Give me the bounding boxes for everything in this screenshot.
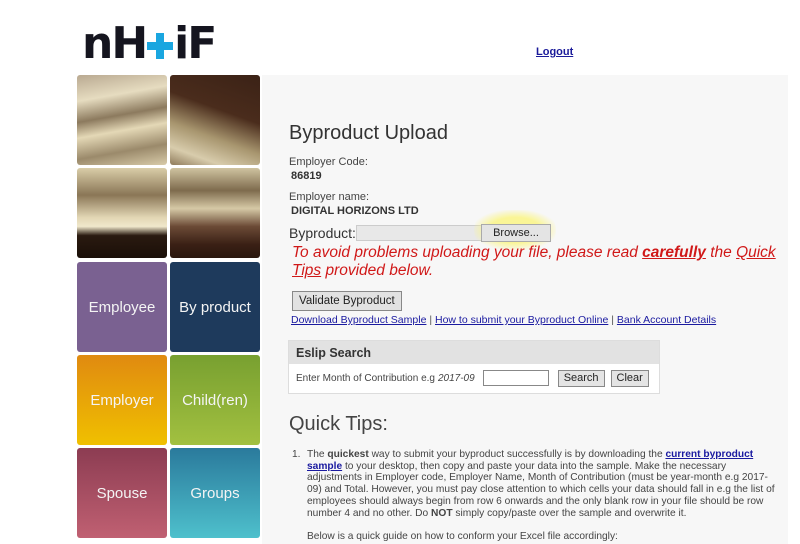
quick-tips-heading: Quick Tips:	[289, 413, 388, 435]
validate-byproduct-button[interactable]: Validate Byproduct	[292, 291, 402, 311]
tip-guide-text: Below is a quick guide on how to conform…	[307, 531, 618, 543]
employer-code-value: 86819	[291, 170, 322, 182]
logo-text-left: nH	[82, 18, 148, 69]
tile-label: Employee	[88, 298, 156, 316]
logo-cross-icon	[147, 33, 174, 59]
tile-label: By product	[179, 298, 251, 316]
warning-text: the	[705, 244, 737, 261]
tile-label: Child(ren)	[182, 391, 248, 409]
download-sample-link[interactable]: Download Byproduct Sample	[291, 314, 426, 326]
warning-text: provided below.	[321, 262, 434, 279]
link-separator: |	[429, 314, 433, 326]
tip-text: simply copy/paste over the sample and ov…	[452, 507, 687, 519]
tip-number: 1.	[292, 449, 301, 460]
tile-children[interactable]: Child(ren)	[170, 355, 260, 445]
nhif-logo: nH iF	[82, 18, 217, 69]
tile-label: Employer	[90, 391, 154, 409]
page-title: Byproduct Upload	[289, 122, 448, 144]
banner-photo-tile	[170, 75, 260, 165]
tile-spouse[interactable]: Spouse	[77, 448, 167, 538]
warning-emphasis: carefully	[642, 244, 706, 261]
tile-employer[interactable]: Employer	[77, 355, 167, 445]
browse-button[interactable]: Browse...	[481, 224, 551, 242]
link-separator: |	[611, 314, 614, 326]
byproduct-file-input[interactable]	[356, 225, 482, 241]
tile-groups[interactable]: Groups	[170, 448, 260, 538]
eslip-search-box: Eslip Search Enter Month of Contribution…	[288, 340, 660, 394]
month-input[interactable]	[482, 370, 549, 386]
search-button[interactable]: Search	[557, 369, 605, 387]
tip-item: The quickest way to submit your byproduc…	[307, 449, 782, 543]
month-example: 2017-09	[437, 372, 475, 384]
tile-label: Groups	[190, 484, 240, 502]
tile-byproduct[interactable]: By product	[170, 262, 260, 352]
month-prompt: Enter Month of Contribution e.g	[296, 372, 435, 384]
logout-link[interactable]: Logout	[536, 46, 573, 58]
bank-account-link[interactable]: Bank Account Details	[617, 314, 716, 326]
how-to-submit-link[interactable]: How to submit your Byproduct Online	[435, 314, 608, 326]
tip-bold: NOT	[431, 507, 453, 519]
eslip-title: Eslip Search	[289, 341, 659, 364]
tip-bold: quickest	[327, 449, 369, 460]
clear-button[interactable]: Clear	[610, 369, 649, 387]
warning-text: To avoid problems uploading your file, p…	[292, 244, 643, 261]
banner-photo-tile	[77, 75, 167, 165]
tip-text: way to submit your byproduct successfull…	[368, 449, 666, 460]
upload-warning: To avoid problems uploading your file, p…	[292, 244, 788, 280]
quick-tips-list: 1. The quickest way to submit your bypro…	[292, 449, 782, 543]
logo-text-right: iF	[174, 18, 217, 69]
employer-name-value: DIGITAL HORIZONS LTD	[291, 205, 419, 217]
banner-photo-tile	[77, 168, 167, 258]
help-links: Download Byproduct Sample | How to submi…	[291, 314, 716, 326]
employer-name-label: Employer name:	[289, 191, 370, 203]
banner-photo-tile	[170, 168, 260, 258]
tip-text: The	[307, 449, 328, 460]
tile-label: Spouse	[96, 484, 148, 502]
employer-code-label: Employer Code:	[289, 156, 368, 168]
byproduct-label: Byproduct:	[289, 225, 356, 241]
tile-employee[interactable]: Employee	[77, 262, 167, 352]
